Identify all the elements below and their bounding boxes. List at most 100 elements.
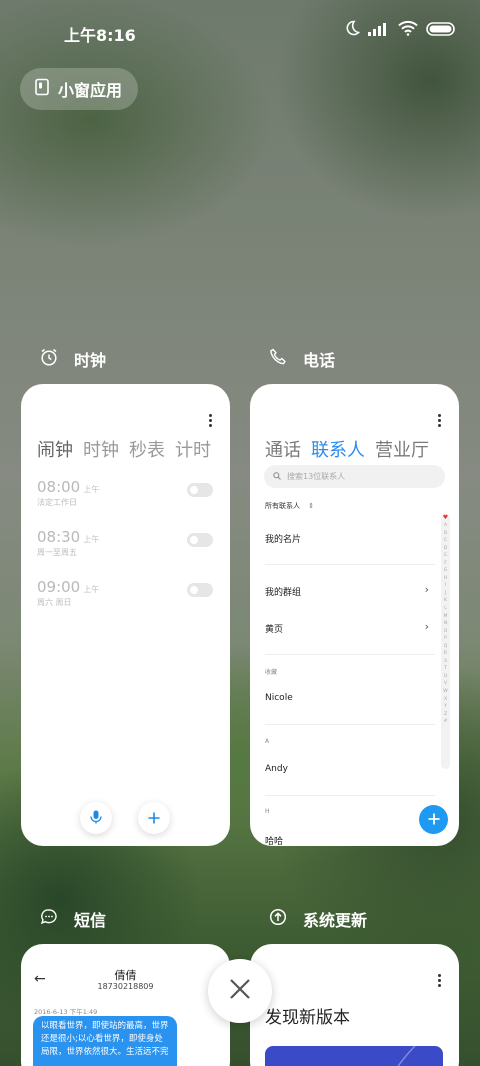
clock-app-header[interactable]: 时钟 (40, 347, 106, 371)
alphabet-index-bar[interactable]: ♥ A B C D E F G H I J K L M N O P Q R S … (441, 514, 450, 769)
tab-alarm[interactable]: 闹钟 (37, 436, 73, 462)
message-timestamp: 2016-6-13 下午1:49 (34, 1008, 98, 1016)
alarm-time: 08:00 (37, 478, 81, 496)
clock-app-name: 时钟 (74, 351, 107, 370)
index-letter[interactable]: D (441, 545, 450, 553)
sms-app-header[interactable]: 短信 (40, 907, 106, 931)
signal-icon (368, 21, 390, 40)
sms-app-name: 短信 (74, 911, 107, 930)
alarm-toggle[interactable] (187, 583, 213, 597)
conversation-contact-number: 18730218809 (97, 982, 154, 991)
all-contacts-label: 所有联系人 (265, 502, 300, 510)
index-letter[interactable]: L (441, 605, 450, 613)
contact-item[interactable]: 哈哈 (265, 834, 283, 846)
chevron-right-icon: › (424, 620, 429, 633)
plus-icon (428, 810, 440, 829)
more-options-icon[interactable] (438, 414, 442, 429)
alarm-item[interactable]: 08:30 上午 周一至周五 (37, 527, 213, 558)
divider (265, 795, 435, 796)
index-letter[interactable]: J (441, 590, 450, 598)
index-letter[interactable]: C (441, 537, 450, 545)
tab-contacts[interactable]: 联系人 (311, 436, 365, 462)
contact-item[interactable]: Nicole (265, 693, 293, 703)
clock-icon (40, 348, 58, 370)
all-contacts-filter[interactable]: 所有联系人 ⇕ (265, 501, 314, 511)
contact-item[interactable]: Andy (265, 764, 288, 774)
index-letter[interactable]: Z (441, 711, 450, 719)
index-letter[interactable]: Q (441, 643, 450, 651)
index-letter[interactable]: R (441, 650, 450, 658)
index-letter[interactable]: A (441, 522, 450, 530)
update-app-header[interactable]: 系统更新 (269, 907, 367, 931)
more-options-icon[interactable] (438, 974, 442, 989)
index-letter[interactable]: F (441, 560, 450, 568)
index-letter[interactable]: S (441, 658, 450, 666)
contact-search-input[interactable]: 搜索13位联系人 (264, 465, 445, 488)
floating-window-icon (34, 78, 50, 100)
index-letter[interactable]: W (441, 688, 450, 696)
index-letter[interactable]: V (441, 680, 450, 688)
do-not-disturb-moon-icon (344, 20, 361, 40)
my-groups-item[interactable]: 我的群组 (265, 585, 301, 598)
index-letter[interactable]: P (441, 635, 450, 643)
alarm-item[interactable]: 08:00 上午 法定工作日 (37, 477, 213, 508)
sort-icon: ⇕ (308, 502, 315, 510)
index-letter[interactable]: # (441, 718, 450, 726)
section-letter-a: A (265, 738, 270, 745)
alarm-ampm: 上午 (83, 535, 100, 544)
index-letter[interactable]: G (441, 567, 450, 575)
index-letter[interactable]: M (441, 613, 450, 621)
index-letter[interactable]: N (441, 620, 450, 628)
alarm-toggle[interactable] (187, 533, 213, 547)
voice-alarm-button[interactable] (80, 802, 112, 834)
alarm-repeat: 周六 周日 (37, 598, 72, 607)
alarm-repeat: 法定工作日 (37, 498, 77, 507)
more-options-icon[interactable] (209, 414, 213, 429)
add-alarm-button[interactable] (138, 802, 170, 834)
floating-window-button[interactable]: 小窗应用 (20, 68, 139, 110)
chevron-right-icon: › (424, 583, 429, 596)
plus-icon (148, 809, 160, 828)
conversation-contact-name: 倩倩 (114, 969, 137, 982)
message-bubble[interactable]: 以眼看世界，即使站的最高，世界还是很小;以心看世界，即使身处局限，世界依然很大。… (33, 1016, 177, 1066)
index-letter[interactable]: O (441, 628, 450, 636)
tab-stopwatch[interactable]: 秒表 (129, 436, 165, 462)
status-time: 上午8:16 (64, 26, 136, 45)
floating-window-label: 小窗应用 (58, 81, 123, 100)
alarm-ampm: 上午 (83, 585, 100, 594)
my-card-item[interactable]: 我的名片 (265, 532, 301, 545)
tab-clock[interactable]: 时钟 (83, 436, 119, 462)
alarm-item[interactable]: 09:00 上午 周六 周日 (37, 577, 213, 608)
tab-timer[interactable]: 计时 (175, 436, 211, 462)
index-letter[interactable]: X (441, 696, 450, 704)
update-headline: 发现新版本 (265, 1008, 350, 1028)
index-letter[interactable]: K (441, 597, 450, 605)
phone-app-header[interactable]: 电话 (269, 347, 335, 371)
index-letter[interactable]: U (441, 673, 450, 681)
index-letter[interactable]: I (441, 582, 450, 590)
index-letter[interactable]: H (441, 575, 450, 583)
index-letter[interactable]: E (441, 552, 450, 560)
index-letter[interactable]: T (441, 665, 450, 673)
message-bubble-icon (40, 908, 58, 930)
index-letter[interactable]: Y (441, 703, 450, 711)
add-contact-button[interactable] (419, 805, 448, 834)
tab-service-hall[interactable]: 营业厅 (375, 436, 429, 462)
divider (265, 564, 435, 565)
tab-calls[interactable]: 通话 (265, 436, 301, 462)
index-letter[interactable]: B (441, 530, 450, 538)
close-icon (229, 978, 251, 1004)
phone-app-name: 电话 (303, 351, 336, 370)
close-all-button[interactable] (208, 959, 272, 1023)
clock-app-card[interactable]: 闹钟 时钟 秒表 计时 08:00 上午 法定工作日 08:30 上午 周一至周五 … (21, 384, 230, 846)
phone-icon (269, 348, 287, 370)
divider (265, 724, 435, 725)
alarm-repeat: 周一至周五 (37, 548, 77, 557)
sms-app-card[interactable]: ← 倩倩 18730218809 2016-6-13 下午1:49 以眼看世界，… (21, 944, 230, 1066)
alarm-time: 09:00 (37, 578, 81, 596)
alarm-toggle[interactable] (187, 483, 213, 497)
phone-app-card[interactable]: 通话 联系人 营业厅 搜索13位联系人 所有联系人 ⇕ 我的名片 我的群组 › … (250, 384, 459, 846)
yellow-pages-item[interactable]: 黄页 (265, 622, 283, 635)
update-app-card[interactable]: 发现新版本 (250, 944, 459, 1066)
search-icon (273, 471, 281, 482)
